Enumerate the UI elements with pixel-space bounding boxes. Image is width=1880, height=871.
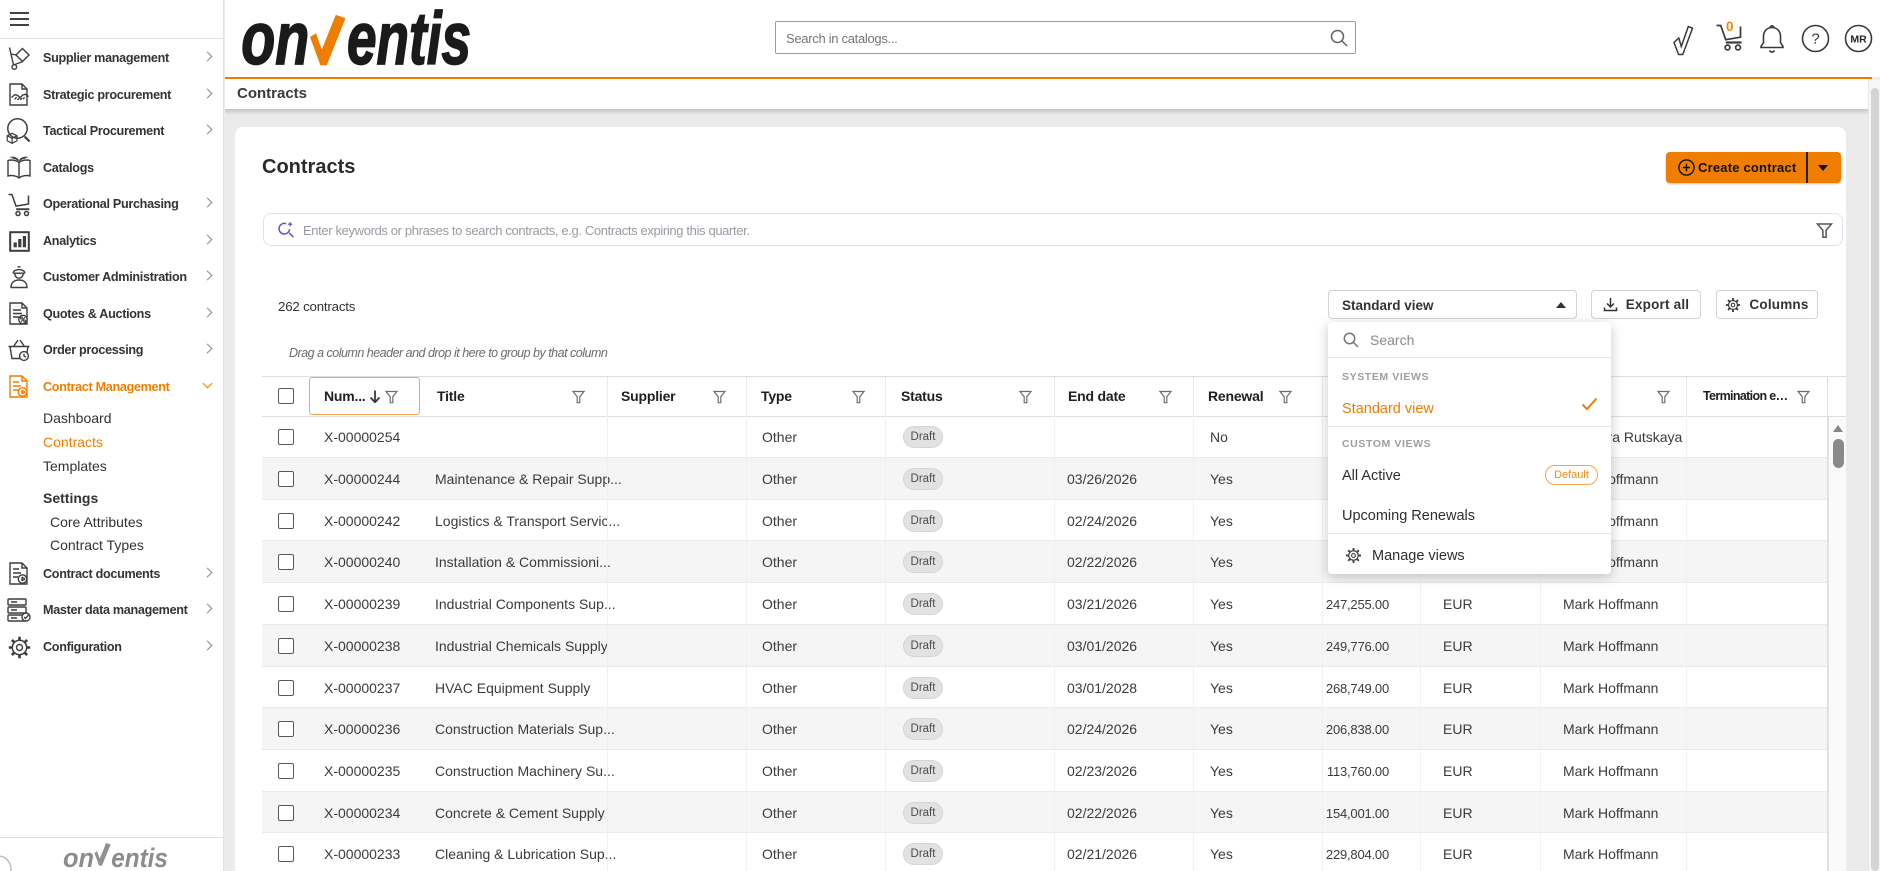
svg-text:MR: MR xyxy=(1850,33,1867,45)
svg-text:on: on xyxy=(241,4,309,72)
svg-text:entis: entis xyxy=(111,843,168,871)
svg-text:?: ? xyxy=(1811,31,1819,48)
svg-text:on: on xyxy=(63,843,94,871)
svg-text:entis: entis xyxy=(347,4,471,72)
